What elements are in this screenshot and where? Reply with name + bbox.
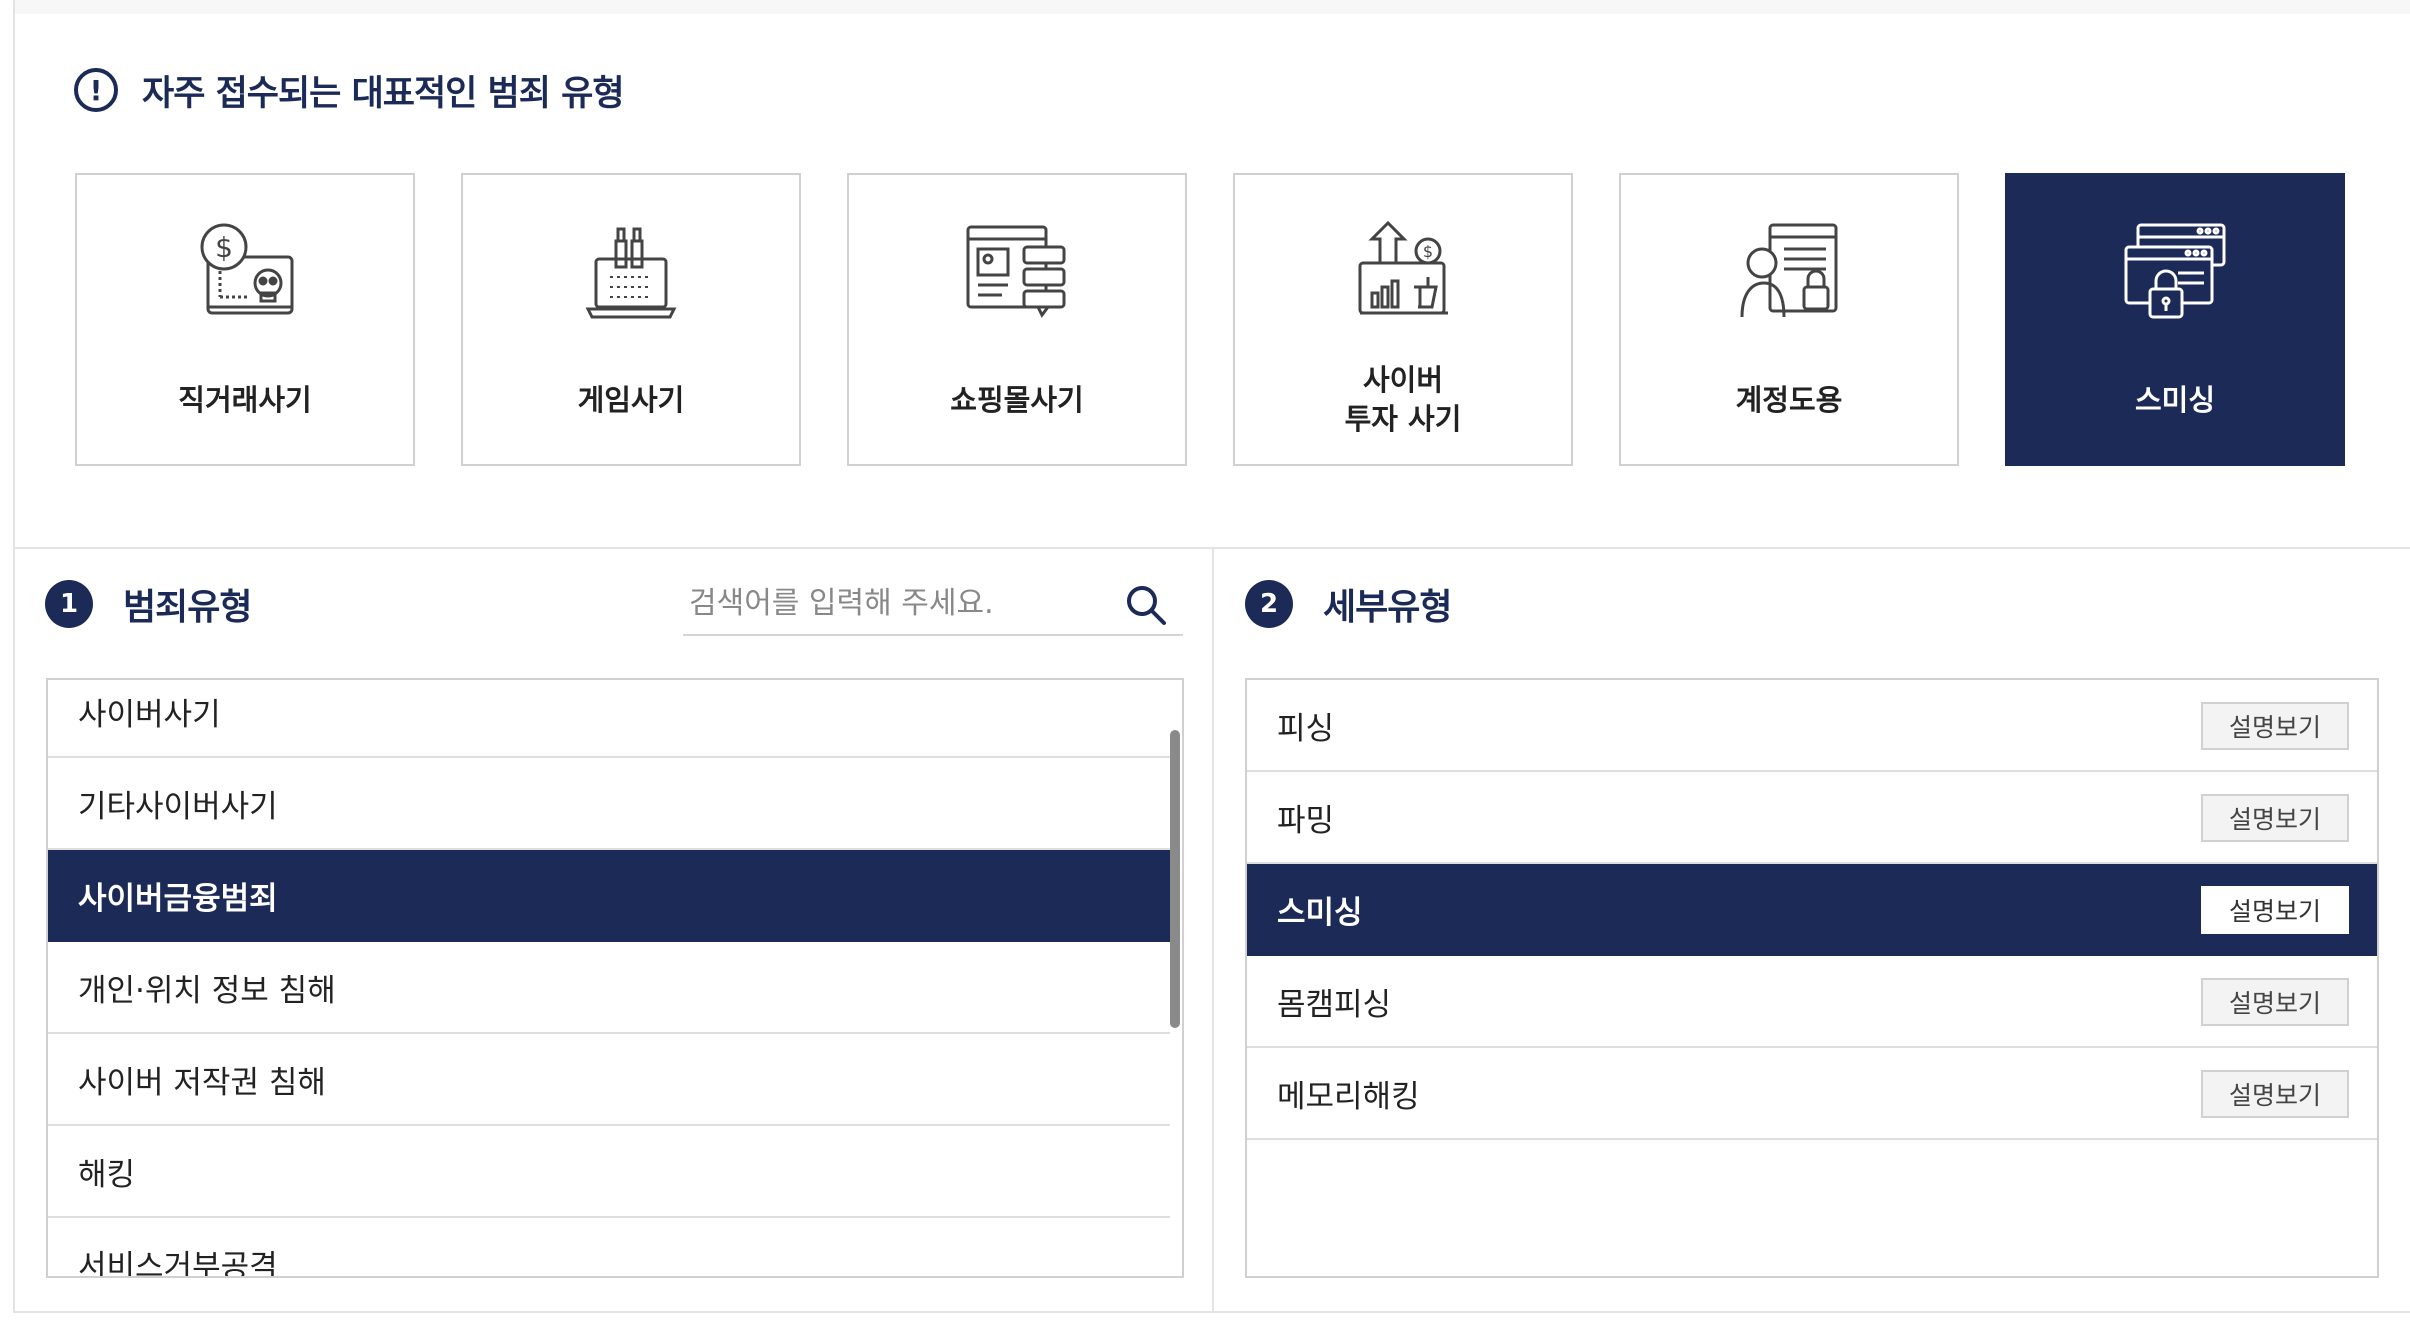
list-item[interactable]: 사이버사기: [48, 680, 1170, 758]
card-label: 스미싱: [2134, 382, 2216, 417]
investment-growth-icon: $: [1358, 220, 1448, 315]
sub-type-header: 2 세부유형: [1245, 578, 1452, 630]
card-label: 쇼핑몰사기: [950, 382, 1084, 417]
sub-type-item-phishing[interactable]: 피싱 설명보기: [1247, 680, 2377, 772]
frame-border-left: [13, 0, 15, 1313]
column-divider: [1212, 547, 1214, 1313]
list-item[interactable]: 개인·위치 정보 침해: [48, 942, 1170, 1034]
card-direct-trade-fraud[interactable]: $ 직거래사기: [75, 173, 415, 466]
card-game-fraud[interactable]: 게임사기: [461, 173, 801, 466]
laptop-game-icon: [585, 227, 677, 319]
card-cyber-investment-fraud[interactable]: $ 사이버 투자 사기: [1233, 173, 1573, 466]
sub-type-title: 세부유형: [1323, 587, 1452, 628]
sub-type-label: 파밍: [1277, 802, 1335, 839]
featured-title: 자주 접수되는 대표적인 범죄 유형: [142, 73, 625, 114]
list-item[interactable]: 서비스거부공격: [48, 1218, 1170, 1277]
laptop-money-skull-icon: $: [200, 223, 294, 315]
browser-lock-icon: [2124, 223, 2226, 319]
list-item[interactable]: 해킹: [48, 1126, 1170, 1218]
sub-type-item-pharming[interactable]: 파밍 설명보기: [1247, 772, 2377, 864]
featured-header: ! 자주 접수되는 대표적인 범죄 유형: [74, 64, 625, 116]
sub-type-label: 몸캠피싱: [1277, 986, 1392, 1023]
sub-type-item-smishing[interactable]: 스미싱 설명보기: [1247, 864, 2377, 956]
crime-type-selector: ! 자주 접수되는 대표적인 범죄 유형 $ 직거래사기 게임사기 쇼핑몰사기 …: [0, 0, 2410, 1326]
webpage-chat-icon: [966, 225, 1066, 318]
view-description-button[interactable]: 설명보기: [2201, 794, 2349, 842]
search-box: [683, 572, 1183, 636]
card-label: 게임사기: [577, 382, 685, 417]
top-strip: [14, 0, 2410, 14]
view-description-button[interactable]: 설명보기: [2201, 1070, 2349, 1118]
card-label: 직거래사기: [178, 382, 312, 417]
card-label: 사이버 투자 사기: [1344, 363, 1462, 436]
step-number-badge: 2: [1245, 580, 1293, 628]
sub-type-item-memory-hacking[interactable]: 메모리해킹 설명보기: [1247, 1048, 2377, 1140]
svg-text:$: $: [215, 231, 233, 264]
sub-type-label: 메모리해킹: [1277, 1078, 1420, 1115]
sub-type-label: 스미싱: [1277, 894, 1363, 931]
view-description-button[interactable]: 설명보기: [2201, 886, 2349, 934]
hacker-lock-icon: [1740, 223, 1838, 318]
crime-type-title: 범죄유형: [123, 587, 252, 628]
sub-type-item-bodycam-phishing[interactable]: 몸캠피싱 설명보기: [1247, 956, 2377, 1048]
card-shopping-mall-fraud[interactable]: 쇼핑몰사기: [847, 173, 1187, 466]
step-number-badge: 1: [45, 580, 93, 628]
list-item[interactable]: 사이버금융범죄: [48, 850, 1170, 942]
sub-type-label: 피싱: [1277, 710, 1335, 747]
crime-type-header: 1 범죄유형: [45, 578, 252, 630]
exclamation-circle-icon: !: [74, 68, 118, 112]
search-input[interactable]: [687, 576, 1111, 630]
card-account-theft[interactable]: 계정도용: [1619, 173, 1959, 466]
list-item[interactable]: 기타사이버사기: [48, 758, 1170, 850]
svg-text:$: $: [1423, 242, 1433, 261]
view-description-button[interactable]: 설명보기: [2201, 978, 2349, 1026]
search-icon[interactable]: [1123, 582, 1169, 628]
card-smishing[interactable]: 스미싱: [2005, 173, 2345, 466]
sub-type-list: 피싱 설명보기 파밍 설명보기 스미싱 설명보기 몸캠피싱 설명보기 메모리해킹…: [1245, 678, 2379, 1278]
scrollbar-thumb[interactable]: [1170, 730, 1180, 1028]
crime-type-list[interactable]: 사이버사기 기타사이버사기 사이버금융범죄 개인·위치 정보 침해 사이버 저작…: [46, 678, 1184, 1278]
list-item[interactable]: 사이버 저작권 침해: [48, 1034, 1170, 1126]
view-description-button[interactable]: 설명보기: [2201, 702, 2349, 750]
card-label: 계정도용: [1735, 382, 1843, 417]
featured-cards: $ 직거래사기 게임사기 쇼핑몰사기 $ 사이버 투자 사기 계정도용 스미싱: [75, 173, 2345, 466]
